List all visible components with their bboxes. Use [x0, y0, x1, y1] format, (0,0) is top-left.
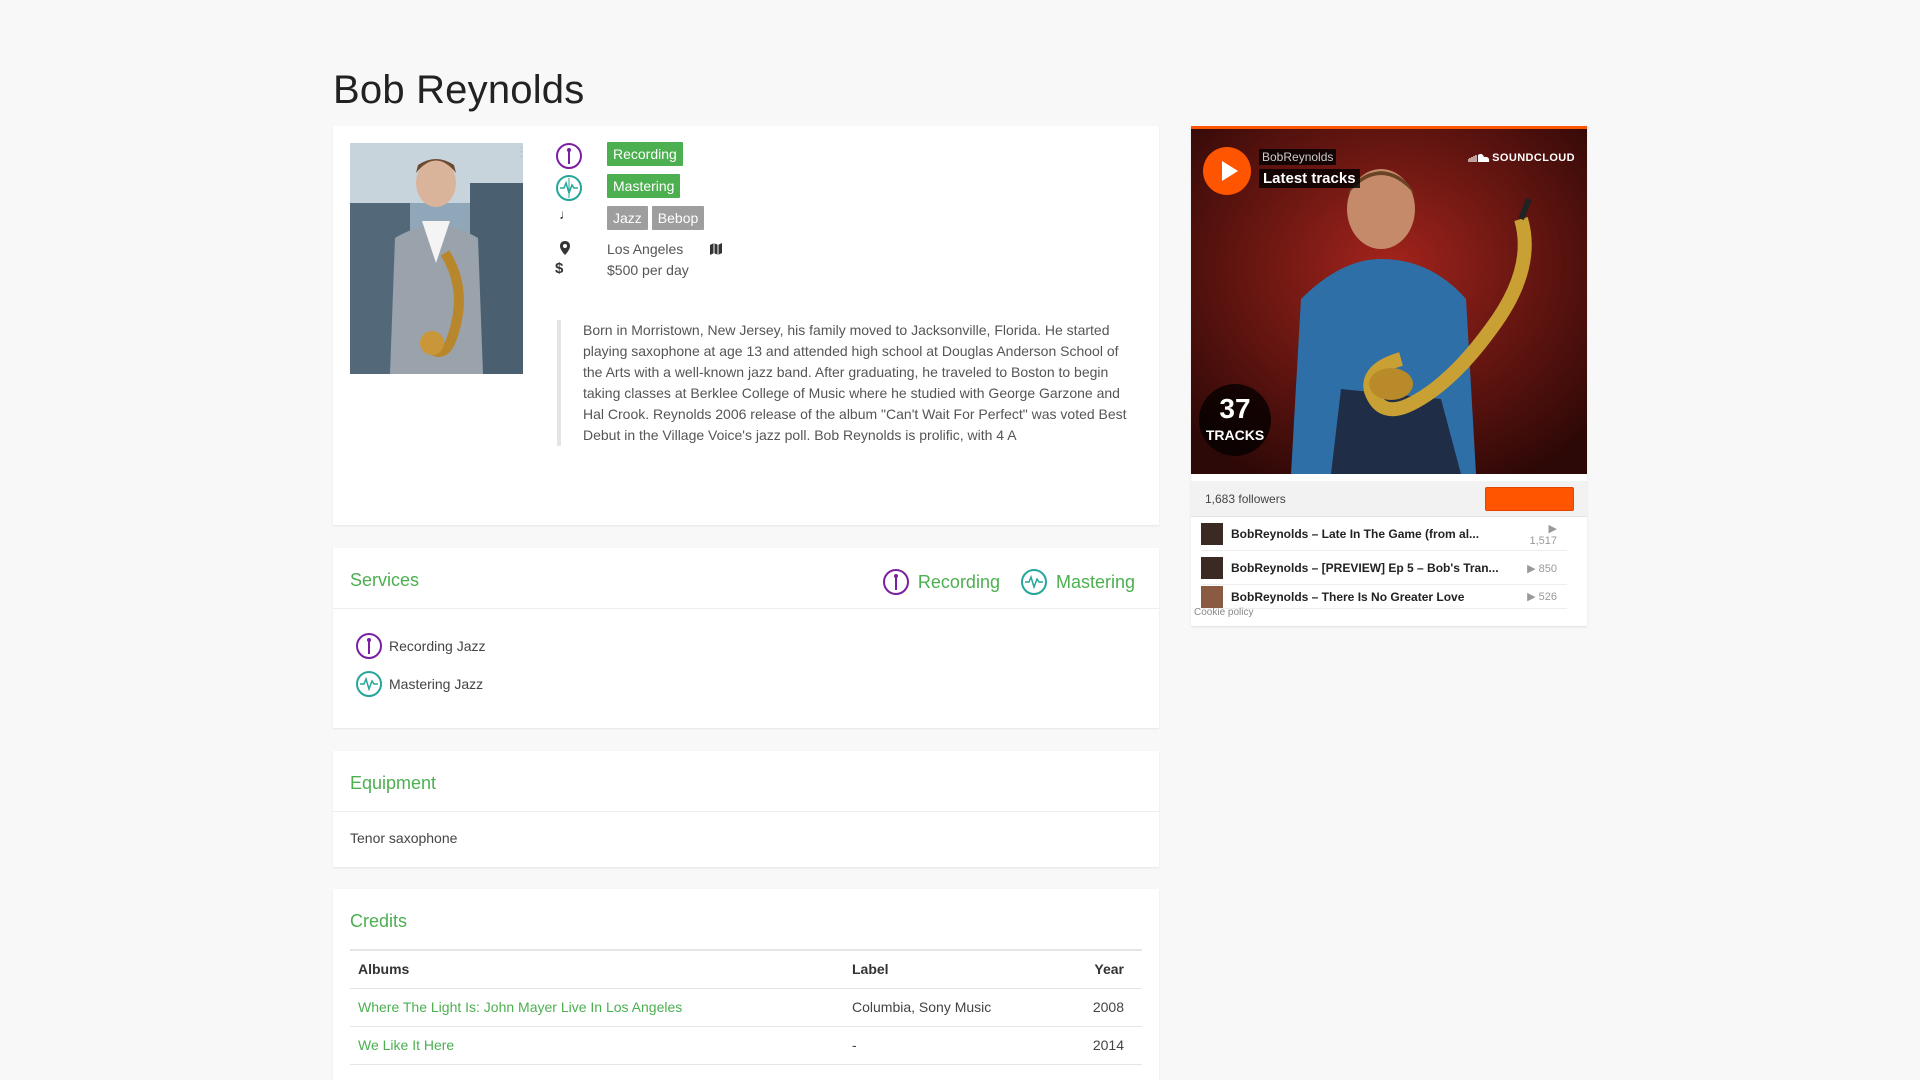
profile-card: ⋮ ♩ $ Recording Mastering Jazz Bebop Los … [333, 126, 1159, 525]
equipment-header: Equipment [333, 751, 1159, 812]
album-link[interactable]: We Like It Here [350, 1026, 844, 1065]
album-label: - [844, 1026, 1058, 1065]
equipment-item: Tenor saxophone [350, 830, 458, 846]
services-header-recording-label: Recording [917, 571, 1000, 592]
tag-row-genres: Jazz Bebop [607, 206, 708, 230]
service-item: Mastering Jazz [355, 669, 1159, 699]
track-title: BobReynolds – Late In The Game (from al.… [1231, 527, 1480, 541]
credits-title: Credits [350, 911, 408, 931]
services-header-mastering-label: Mastering [1055, 571, 1135, 592]
location-pin-icon [560, 241, 570, 260]
cookie-policy-link[interactable]: Cookie policy [1194, 607, 1253, 618]
tag-mastering[interactable]: Mastering [607, 174, 681, 198]
tag-recording[interactable]: Recording [607, 142, 683, 166]
equipment-title: Equipment [350, 773, 437, 793]
photo-menu-icon[interactable]: ⋮ [515, 144, 528, 160]
table-header-row: Albums Label Year [350, 949, 1142, 989]
play-count: 1,517 [1529, 534, 1557, 547]
services-title: Services [350, 570, 420, 590]
track-plays: ▶ 526 [1527, 591, 1557, 603]
recording-icon [882, 569, 909, 595]
tag-jazz[interactable]: Jazz [607, 206, 648, 230]
recording-icon [555, 142, 583, 175]
services-header-items: Recording Mastering [882, 568, 1135, 596]
soundcloud-logo[interactable]: SOUNDCLOUD [1467, 152, 1575, 164]
map-icon[interactable] [710, 242, 722, 260]
dollar-icon: $ [555, 260, 564, 277]
track-plays: ▶ 1,517 [1529, 522, 1557, 547]
services-header: Services Recording Mastering [333, 548, 1159, 609]
mastering-icon [555, 174, 583, 207]
recording-icon [356, 633, 382, 659]
track-count-badge: 37 TRACKS [1199, 384, 1271, 456]
equipment-card: Equipment Tenor saxophone [333, 751, 1159, 867]
service-item-label: Recording Jazz [389, 638, 486, 654]
track-thumbnail [1201, 585, 1223, 608]
tag-row-mastering: Mastering [607, 174, 684, 198]
credits-header: Credits [333, 889, 1159, 949]
play-count: 850 [1538, 562, 1557, 575]
services-header-recording[interactable]: Recording [882, 568, 1000, 596]
soundcloud-brand: SOUNDCLOUD [1492, 152, 1575, 164]
mastering-icon [356, 671, 382, 697]
table-row: We Like It Here - 2014 [350, 1026, 1142, 1065]
track-item[interactable]: BobReynolds – [PREVIEW] Ep 5 – Bob's Tra… [1201, 552, 1567, 585]
service-item: Recording Jazz [355, 631, 1159, 661]
track-count-label: TRACKS [1205, 427, 1265, 443]
follow-button[interactable] [1485, 487, 1574, 511]
play-button[interactable] [1203, 147, 1251, 195]
track-item[interactable]: BobReynolds – Late In The Game (from al.… [1201, 518, 1567, 551]
table-row: Where The Light Is: John Mayer Live In L… [350, 988, 1142, 1027]
credits-card: Credits Albums Label Year Where The Ligh… [333, 889, 1159, 1080]
track-title: BobReynolds – There Is No Greater Love [1231, 589, 1465, 604]
column-albums: Albums [350, 949, 844, 989]
soundcloud-widget: BobReynolds Latest tracks SOUNDCLOUD 37 … [1191, 126, 1587, 626]
track-count: 37 [1219, 393, 1251, 424]
location-text: Los Angeles [607, 241, 684, 257]
soundcloud-user[interactable]: BobReynolds [1259, 149, 1337, 165]
album-link[interactable]: Where The Light Is: John Mayer Live In L… [350, 988, 844, 1027]
track-title: BobReynolds – [PREVIEW] Ep 5 – Bob's Tra… [1231, 561, 1499, 575]
column-year: Year [1058, 949, 1142, 989]
track-thumbnail [1201, 557, 1223, 579]
tag-bebop[interactable]: Bebop [651, 206, 705, 230]
column-label: Label [844, 949, 1058, 989]
services-header-mastering[interactable]: Mastering [1020, 568, 1135, 596]
artist-photo [350, 143, 523, 374]
followers-bar: 1,683 followers [1191, 481, 1587, 517]
track-thumbnail [1201, 523, 1223, 545]
bio: Born in Morristown, New Jersey, his fami… [557, 320, 1127, 446]
play-count: 526 [1538, 591, 1557, 603]
tag-row-recording: Recording [607, 142, 687, 166]
soundcloud-icon [1467, 153, 1490, 163]
services-card: Services Recording Mastering Recording J… [333, 548, 1159, 728]
service-item-label: Mastering Jazz [389, 676, 484, 692]
music-note-icon: ♩ [559, 206, 573, 222]
page-title: Bob Reynolds [333, 68, 585, 112]
soundcloud-title: Latest tracks [1259, 169, 1360, 188]
album-year: 2008 [1058, 988, 1142, 1027]
mastering-icon [1020, 569, 1047, 595]
album-label: Columbia, Sony Music [844, 988, 1058, 1027]
track-item[interactable]: BobReynolds – There Is No Greater Love ▶… [1201, 585, 1567, 609]
rate-text: $500 per day [607, 262, 689, 278]
credits-table: Albums Label Year Where The Light Is: Jo… [350, 949, 1142, 1065]
services-list: Recording Jazz Mastering Jazz [333, 609, 1159, 699]
album-year: 2014 [1058, 1026, 1142, 1065]
track-plays: ▶ 850 [1527, 562, 1557, 575]
followers-count: 1,683 followers [1205, 492, 1286, 506]
